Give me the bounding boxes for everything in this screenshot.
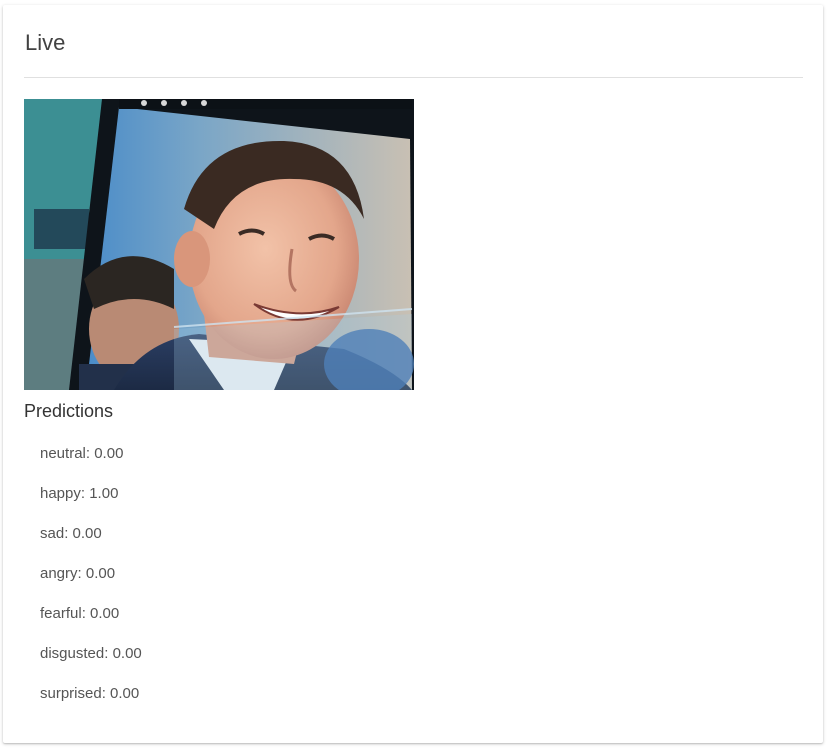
video-frame-image [24, 99, 414, 390]
prediction-neutral: neutral: 0.00 [40, 445, 124, 462]
prediction-fearful: fearful: 0.00 [40, 605, 120, 622]
title-divider [24, 77, 803, 78]
card-title: Live [25, 30, 66, 55]
live-video-feed [24, 99, 414, 390]
prediction-happy: happy: 1.00 [40, 485, 119, 502]
predictions-title: Predictions [24, 401, 114, 421]
prediction-label: happy [40, 485, 81, 502]
prediction-label: fearful [40, 605, 82, 622]
prediction-surprised: surprised: 0.00 [40, 685, 140, 702]
prediction-value: 0.00 [85, 565, 116, 582]
prediction-angry: angry: 0.00 [40, 565, 116, 582]
prediction-label: angry [40, 565, 78, 582]
prediction-value: 0.00 [90, 605, 120, 622]
prediction-label: sad [40, 525, 65, 542]
prediction-value: 0.00 [110, 685, 140, 702]
prediction-value: 0.00 [72, 525, 102, 542]
prediction-label: surprised [40, 685, 102, 702]
prediction-value: 0.00 [94, 445, 124, 462]
prediction-label: disgusted [40, 645, 105, 662]
prediction-value: 1.00 [89, 485, 119, 502]
prediction-label: neutral [40, 445, 86, 462]
predictions-list: neutral: 0.00 happy: 1.00 sad: 0.00 angr… [40, 445, 142, 725]
live-card: Live Predictions neutral: 0.00 happy: 1.… [3, 5, 823, 743]
prediction-sad: sad: 0.00 [40, 525, 102, 542]
prediction-value: 0.00 [112, 645, 142, 662]
prediction-disgusted: disgusted: 0.00 [40, 645, 142, 662]
